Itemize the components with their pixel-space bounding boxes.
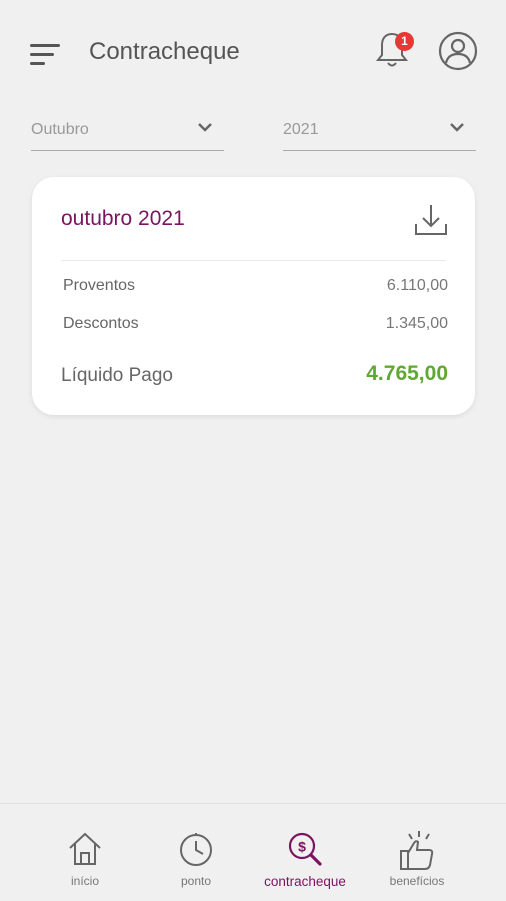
month-select[interactable]: Outubro bbox=[31, 113, 224, 151]
nav-label-inicio: início bbox=[70, 874, 99, 888]
home-icon bbox=[69, 832, 101, 865]
nav-label-ponto: ponto bbox=[180, 874, 212, 888]
chevron-down-icon bbox=[450, 123, 464, 132]
download-button[interactable] bbox=[413, 202, 449, 238]
chevron-down-icon bbox=[198, 123, 212, 132]
app-header: Contracheque 1 bbox=[0, 0, 506, 105]
nav-label-beneficios: benefícios bbox=[389, 874, 445, 888]
earnings-label: Proventos bbox=[63, 277, 136, 294]
page-title: Contracheque bbox=[89, 38, 240, 65]
menu-icon[interactable] bbox=[30, 42, 62, 68]
deductions-value: 1.345,00 bbox=[385, 315, 448, 332]
nav-item-ponto[interactable]: ponto bbox=[141, 804, 251, 901]
divider bbox=[61, 260, 446, 261]
net-pay-label: Líquido Pago bbox=[61, 365, 173, 386]
paycheck-search-icon: $ bbox=[288, 832, 322, 866]
download-icon bbox=[415, 205, 447, 235]
nav-item-beneficios[interactable]: benefícios bbox=[362, 804, 472, 901]
year-select[interactable]: 2021 bbox=[283, 113, 476, 151]
deductions-label: Descontos bbox=[63, 315, 139, 332]
payslip-card[interactable]: outubro 2021 Proventos 6.110,00 Desconto… bbox=[32, 177, 475, 415]
clock-icon bbox=[180, 833, 212, 866]
bottom-navigation: início ponto $ contracheque benefícios bbox=[0, 803, 506, 901]
year-select-value: 2021 bbox=[283, 121, 319, 138]
user-icon bbox=[438, 31, 478, 71]
payslip-period: outubro 2021 bbox=[61, 207, 185, 230]
notification-badge: 1 bbox=[395, 32, 414, 51]
month-select-value: Outubro bbox=[31, 121, 89, 138]
net-pay-value: 4.765,00 bbox=[366, 362, 448, 385]
svg-text:$: $ bbox=[298, 839, 306, 855]
profile-button[interactable] bbox=[437, 30, 479, 72]
nav-item-inicio[interactable]: início bbox=[30, 804, 140, 901]
nav-item-contracheque[interactable]: $ contracheque bbox=[250, 804, 360, 901]
nav-label-contracheque: contracheque bbox=[264, 874, 346, 889]
thumbs-up-icon bbox=[400, 831, 434, 870]
earnings-value: 6.110,00 bbox=[386, 277, 448, 294]
